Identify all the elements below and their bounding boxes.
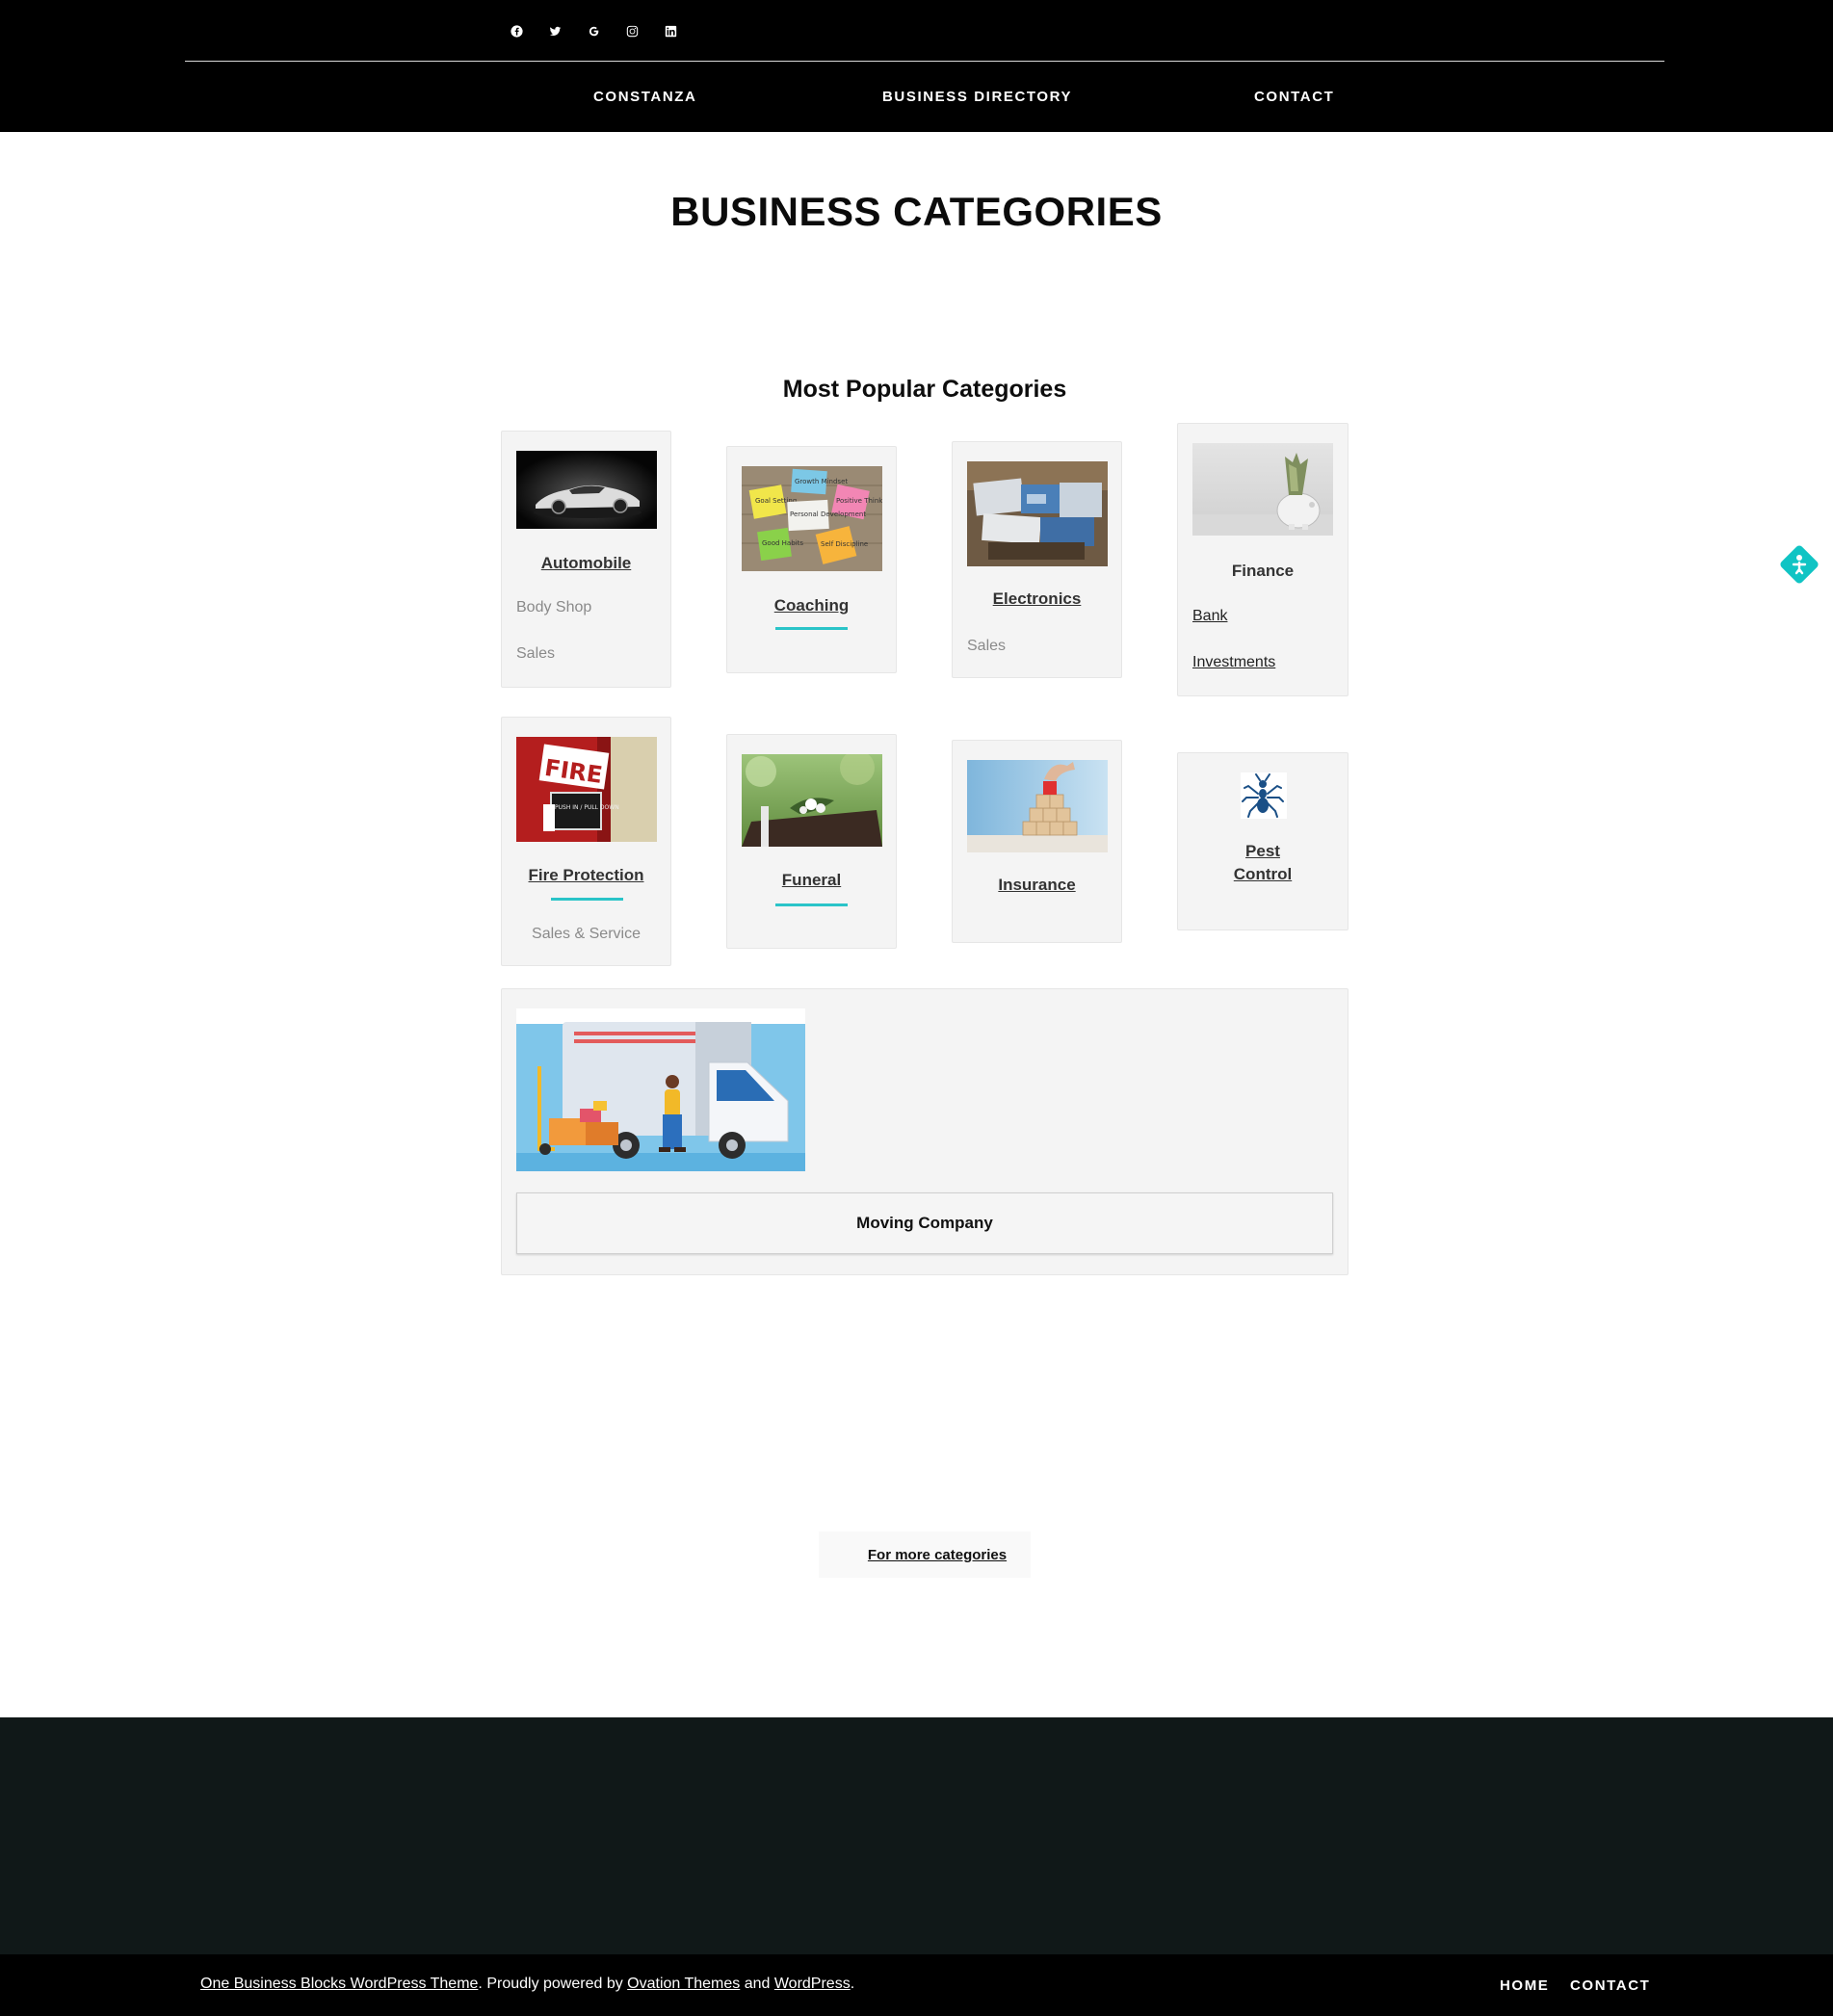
category-card-moving-company: Moving Company: [501, 988, 1349, 1275]
header-divider: [185, 61, 1664, 62]
footer-powered-text: . Proudly powered by: [478, 1976, 628, 1992]
fire-accent-line: [551, 898, 623, 901]
more-categories-box: For more categories: [819, 1532, 1031, 1578]
automobile-image[interactable]: [516, 451, 657, 529]
facebook-icon[interactable]: [508, 22, 526, 40]
category-card-electronics: Electronics Sales: [952, 441, 1122, 678]
category-card-automobile: Automobile Body Shop Sales: [501, 431, 671, 688]
electronics-sub-sales[interactable]: Sales: [967, 638, 1006, 655]
category-title-finance: Finance: [1231, 562, 1295, 580]
category-link-fire-protection[interactable]: Fire Protection: [502, 866, 670, 885]
finance-sub-bank[interactable]: Bank: [1192, 608, 1227, 625]
finance-image[interactable]: [1192, 443, 1333, 536]
pest-control-image[interactable]: [1241, 772, 1287, 819]
funeral-accent-line: [775, 903, 848, 906]
category-link-coaching[interactable]: Coaching: [727, 596, 896, 615]
note-positive-thinking: Positive Thinking: [836, 497, 882, 505]
category-link-pest-control-line1[interactable]: Pest: [1178, 842, 1348, 861]
fire-sub-sales-service[interactable]: Sales & Service: [502, 926, 670, 943]
twitter-icon[interactable]: [546, 22, 564, 40]
category-link-funeral[interactable]: Funeral: [727, 871, 896, 890]
automobile-sub-sales[interactable]: Sales: [516, 645, 555, 663]
more-categories-link[interactable]: For more categories: [868, 1547, 1007, 1563]
footer-nav-contact[interactable]: CONTACT: [1570, 1977, 1650, 1994]
funeral-image[interactable]: [742, 754, 882, 847]
note-self-discipline: Self Discipline: [821, 540, 868, 548]
category-link-pest-control-line2[interactable]: Control: [1178, 865, 1348, 884]
category-card-pest-control: Pest Control: [1177, 752, 1349, 930]
category-card-insurance: Insurance: [952, 740, 1122, 943]
note-growth-mindset: Growth Mindset: [795, 478, 848, 485]
fire-protection-image[interactable]: FIRE PUSH IN / PULL DOWN: [516, 737, 657, 842]
nav-constanza[interactable]: CONSTANZA: [593, 89, 696, 105]
category-card-fire-protection: FIRE PUSH IN / PULL DOWN Fire Protection…: [501, 717, 671, 966]
section-title: Most Popular Categories: [782, 376, 1067, 403]
linkedin-icon[interactable]: [662, 22, 680, 40]
main-nav: CONSTANZA BUSINESS DIRECTORY CONTACT: [0, 89, 1833, 108]
note-personal-development: Personal Development: [790, 511, 866, 518]
nav-business-directory[interactable]: BUSINESS DIRECTORY: [882, 89, 1072, 105]
coaching-accent-line: [775, 627, 848, 630]
category-link-electronics[interactable]: Electronics: [953, 589, 1121, 609]
note-good-habits: Good Habits: [762, 539, 803, 547]
category-link-insurance[interactable]: Insurance: [953, 876, 1121, 895]
moving-company-button[interactable]: Moving Company: [516, 1192, 1333, 1254]
coaching-image[interactable]: Goal Setting Growth Mindset Positive Thi…: [742, 466, 882, 571]
footer-nav-home[interactable]: HOME: [1500, 1977, 1549, 1994]
accessibility-float-button[interactable]: [1775, 540, 1823, 589]
accessibility-icon: [1796, 555, 1802, 561]
footer-ovation-link[interactable]: Ovation Themes: [627, 1976, 740, 1992]
social-icons: [508, 22, 680, 40]
nav-contact[interactable]: CONTACT: [1254, 89, 1334, 105]
category-card-finance: Finance Bank Investments: [1177, 423, 1349, 696]
instagram-icon[interactable]: [623, 22, 642, 40]
finance-sub-investments[interactable]: Investments: [1192, 654, 1275, 671]
page-title: BUSINESS CATEGORIES: [670, 189, 1163, 234]
footer-widget-area: [0, 1717, 1833, 1954]
fire-sign-small-text: PUSH IN / PULL DOWN: [555, 804, 619, 811]
footer-and-text: and: [740, 1976, 774, 1992]
insurance-image[interactable]: [967, 760, 1108, 852]
footer-wordpress-link[interactable]: WordPress: [774, 1976, 851, 1992]
google-icon[interactable]: [585, 22, 603, 40]
electronics-image[interactable]: [967, 461, 1108, 566]
footer-theme-link[interactable]: One Business Blocks WordPress Theme: [200, 1976, 478, 1992]
footer-credits: One Business Blocks WordPress Theme. Pro…: [200, 1976, 854, 1993]
category-link-automobile[interactable]: Automobile: [502, 554, 670, 573]
footer-end-text: .: [850, 1976, 855, 1992]
automobile-sub-body-shop[interactable]: Body Shop: [516, 599, 591, 616]
category-card-funeral: Funeral: [726, 734, 897, 949]
category-card-coaching: Goal Setting Growth Mindset Positive Thi…: [726, 446, 897, 673]
footer-bar: One Business Blocks WordPress Theme. Pro…: [0, 1954, 1833, 2016]
moving-company-image[interactable]: [516, 1008, 805, 1171]
site-header: CONSTANZA BUSINESS DIRECTORY CONTACT: [0, 0, 1833, 132]
